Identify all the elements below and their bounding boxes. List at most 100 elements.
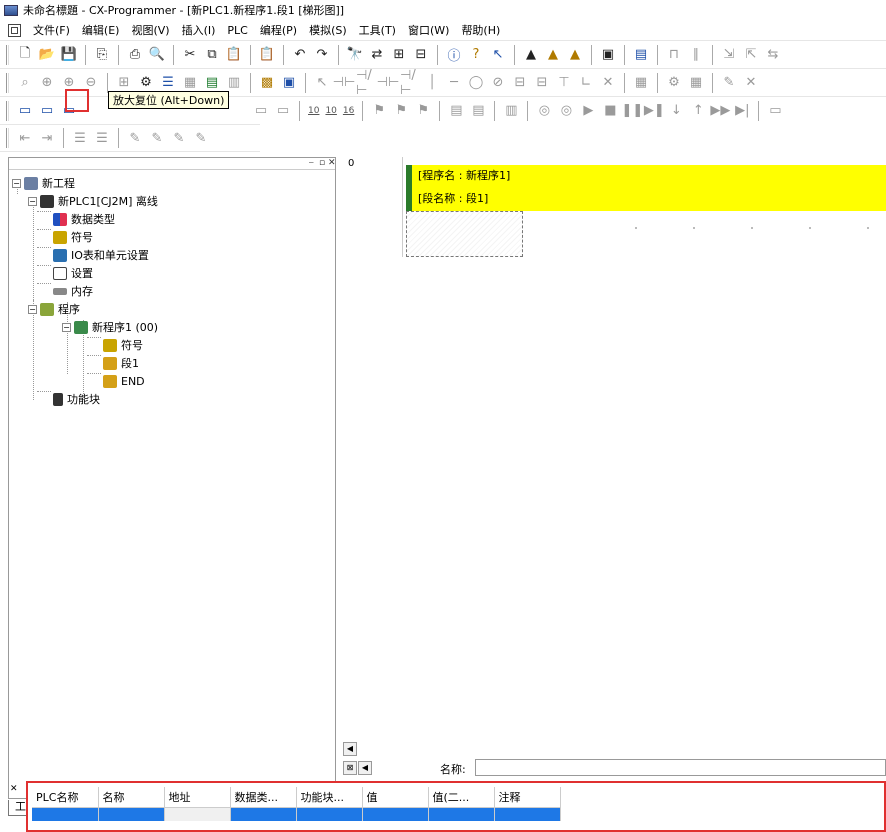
tree-item-plc[interactable]: − 新PLC1[CJ2M] 离线: [28, 192, 158, 210]
panel-restore-icon[interactable]: ▫: [319, 158, 325, 168]
input-line-icon[interactable]: ⊤: [554, 73, 574, 93]
menu-plc[interactable]: PLC: [221, 24, 253, 37]
menu-insert[interactable]: 插入(I): [176, 22, 222, 38]
collapse-toggle[interactable]: −: [12, 178, 21, 188]
cut-icon[interactable]: ✂: [180, 45, 200, 65]
bookmark-clear-icon[interactable]: ⚑: [413, 101, 433, 121]
menu-help[interactable]: 帮助(H): [455, 22, 506, 38]
toolbar-grip[interactable]: [6, 128, 9, 148]
monitor-icon[interactable]: ▣: [598, 45, 618, 65]
line-connect-icon[interactable]: ∟: [576, 73, 596, 93]
tree-item-io-table[interactable]: IO表和单元设置: [53, 246, 149, 264]
pt-icon[interactable]: ▦: [631, 73, 651, 93]
indent-icon[interactable]: ⇤: [15, 128, 35, 148]
redo-icon[interactable]: ↷: [312, 45, 332, 65]
contact-nc-icon[interactable]: ⊣/⊢: [356, 69, 376, 96]
tree-item-new-project[interactable]: − 新工程: [12, 174, 75, 192]
sim-continuous-icon[interactable]: ▶▶: [710, 101, 730, 121]
sim-break-alt-icon[interactable]: ◎: [556, 101, 576, 121]
zoom-to-fit-icon[interactable]: ⊕: [37, 73, 57, 93]
menu-view[interactable]: 视图(V): [125, 22, 175, 38]
window-ladder-icon[interactable]: ▭: [251, 101, 271, 121]
sim-scan-icon[interactable]: ▶|: [732, 101, 752, 121]
tree-item-function-blocks[interactable]: 功能块: [53, 390, 100, 408]
sim-step-icon[interactable]: ▶❚: [644, 101, 665, 121]
bookmark-icon[interactable]: ⚑: [369, 101, 389, 121]
tree-item-settings[interactable]: 设置: [53, 264, 93, 282]
contact-or-nc-icon[interactable]: ⊣/⊢: [400, 69, 420, 96]
properties-icon[interactable]: ▥: [224, 73, 244, 93]
child-window-icon[interactable]: [8, 23, 21, 37]
column-data-type[interactable]: 数据类...: [230, 787, 297, 808]
project-window-icon[interactable]: ▭: [15, 101, 35, 121]
column-name[interactable]: 名称: [98, 787, 165, 808]
tree-item-memory[interactable]: 内存: [53, 282, 93, 300]
collapse-toggle[interactable]: −: [28, 196, 37, 206]
help-icon[interactable]: ?: [466, 45, 486, 65]
column-function-block[interactable]: 功能块...: [296, 787, 363, 808]
vertical-line-icon[interactable]: │: [422, 73, 442, 93]
toolbar-grip[interactable]: [6, 100, 9, 121]
menu-program[interactable]: 编程(P): [254, 22, 303, 38]
toolbar-grip[interactable]: [6, 44, 9, 65]
panel-close-icon[interactable]: ✕: [328, 158, 336, 168]
contact-or-icon[interactable]: ⊣⊢: [377, 73, 400, 93]
tree-item-program-symbols[interactable]: 符号: [103, 336, 143, 354]
column-value-binary[interactable]: 值(二...: [428, 787, 495, 808]
differential-monitor-icon[interactable]: ⊓: [664, 45, 684, 65]
scroll-left-icon[interactable]: ◀: [358, 761, 372, 775]
table-row[interactable]: [32, 807, 561, 821]
monitor-comments-icon[interactable]: ▦: [180, 73, 200, 93]
column-plc-name[interactable]: PLC名称: [32, 787, 99, 808]
tree-item-symbols[interactable]: 符号: [53, 228, 93, 246]
sim-stop-icon[interactable]: ■: [600, 101, 620, 121]
instruction-alt-icon[interactable]: ⊟: [532, 73, 552, 93]
online-simulation-icon[interactable]: ▲: [565, 45, 585, 65]
menu-file[interactable]: 文件(F): [27, 22, 76, 38]
cancel-edit-icon[interactable]: ✕: [741, 73, 761, 93]
column-comment[interactable]: 注释: [494, 787, 561, 808]
auto-online-icon[interactable]: ▲: [543, 45, 563, 65]
panel-dock-icon[interactable]: ⎯: [309, 158, 314, 168]
name-field[interactable]: [475, 759, 886, 776]
sim-run-icon[interactable]: ▶: [578, 101, 598, 121]
menu-tools[interactable]: 工具(T): [353, 22, 402, 38]
edit-icon[interactable]: ✎: [719, 73, 739, 93]
pause-icon[interactable]: ∥: [686, 45, 706, 65]
undo-icon[interactable]: ↶: [290, 45, 310, 65]
new-file-icon[interactable]: 🗋: [15, 45, 35, 65]
compare-plc-icon[interactable]: ⇆: [763, 45, 783, 65]
rung-comment-icon[interactable]: ☰: [158, 73, 178, 93]
io-table-icon[interactable]: ▤: [468, 101, 488, 121]
menu-edit[interactable]: 编辑(E): [76, 22, 126, 38]
instruction-icon[interactable]: ⊟: [510, 73, 530, 93]
table-icon[interactable]: ▦: [686, 73, 706, 93]
collapse-toggle[interactable]: −: [28, 304, 37, 314]
sim-step-out-icon[interactable]: ↑: [688, 101, 708, 121]
paste-icon[interactable]: 📋: [224, 45, 244, 65]
context-help-icon[interactable]: ↖: [488, 45, 508, 65]
ladder-scrollbar[interactable]: ◀: [343, 740, 886, 758]
open-folder-icon[interactable]: 📂: [37, 45, 57, 65]
st-edit-alt3-icon[interactable]: ✎: [191, 128, 211, 148]
compare-icon[interactable]: ⎘: [92, 45, 112, 65]
uncomment-block-icon[interactable]: ☰: [92, 128, 112, 148]
menu-window[interactable]: 窗口(W): [402, 22, 455, 38]
show-comments-icon[interactable]: ▣: [279, 73, 299, 93]
output-window-icon[interactable]: ▭: [37, 101, 57, 121]
memory-window-icon[interactable]: ▤: [446, 101, 466, 121]
sim-break-icon[interactable]: ◎: [534, 101, 554, 121]
window-mnemonic-icon[interactable]: ▭: [273, 101, 293, 121]
data-trace-icon[interactable]: ▤: [631, 45, 651, 65]
find-icon[interactable]: 🔭: [345, 45, 365, 65]
cross-reference-icon[interactable]: ⊞: [389, 45, 409, 65]
collapse-toggle[interactable]: −: [62, 322, 71, 332]
sim-step-in-icon[interactable]: ↓: [666, 101, 686, 121]
work-online-icon[interactable]: ▲: [521, 45, 541, 65]
sim-extra-icon[interactable]: ▭: [765, 101, 785, 121]
coil-nc-icon[interactable]: ⊘: [488, 73, 508, 93]
column-value[interactable]: 值: [362, 787, 429, 808]
st-edit-alt-icon[interactable]: ✎: [147, 128, 167, 148]
io-comment-icon[interactable]: ▤: [202, 73, 222, 93]
bookmark-next-icon[interactable]: ⚑: [391, 101, 411, 121]
